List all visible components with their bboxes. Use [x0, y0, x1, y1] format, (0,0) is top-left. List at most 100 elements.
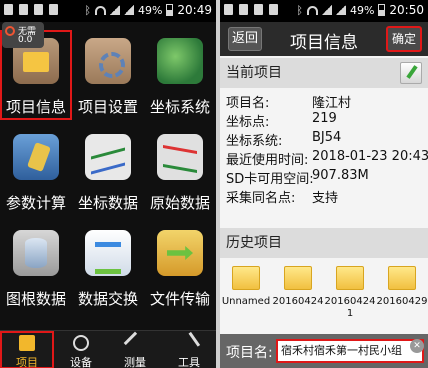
tab-label: 项目 [16, 356, 38, 368]
record-time: 0.0 [18, 35, 33, 45]
chart-icon [85, 134, 131, 180]
project-name-bar: 项目名: 宿禾村宿禾第一村民小组 ✕ [220, 334, 428, 368]
notification-icon [239, 4, 248, 15]
app-tile-coordinate-data[interactable]: 坐标数据 [72, 126, 144, 216]
app-label: 坐标数据 [77, 194, 138, 212]
record-icon [5, 26, 15, 36]
signal-icon [335, 5, 346, 15]
notification-icon [254, 4, 263, 15]
history-item[interactable]: 20160424 [272, 262, 324, 328]
confirm-button[interactable]: 确定 [386, 26, 422, 52]
battery-icon [378, 4, 386, 16]
info-key: 坐标系统: [226, 134, 283, 149]
section-title: 历史项目 [226, 235, 282, 251]
clock: 20:50 [389, 3, 424, 17]
info-row: 坐标点: 219 [226, 111, 426, 130]
info-key: SD卡可用空间: [226, 172, 314, 187]
history-item[interactable]: Unnamed [220, 262, 272, 328]
wifi-icon [94, 5, 106, 15]
app-tile-file-transfer[interactable]: 文件传输 [144, 222, 216, 312]
clock: 20:49 [177, 3, 212, 17]
app-tile-raw-data[interactable]: 原始数据 [144, 126, 216, 216]
history-item[interactable]: 20160429 [376, 262, 428, 328]
tab-measure[interactable]: 测量 [108, 331, 162, 368]
history-item-label: Unnamed [221, 296, 271, 307]
info-row: SD卡可用空间: 907.83M [226, 168, 426, 187]
app-label: 坐标系统 [149, 98, 210, 116]
folder-icon [336, 266, 364, 290]
info-row: 项目名: 隆江村 [226, 92, 426, 111]
notification-icon [49, 4, 58, 15]
screen-record-badge[interactable]: 无需 0.0 [2, 22, 44, 48]
app-tile-data-exchange[interactable]: 数据交换 [72, 222, 144, 312]
edit-icon[interactable] [400, 62, 422, 84]
history-item[interactable]: 20160424 1 [324, 262, 376, 328]
calculator-icon [13, 134, 59, 180]
wifi-icon [306, 5, 318, 15]
info-row: 坐标系统: BJ54 [226, 130, 426, 149]
history-item-label: 20160424 1 [324, 296, 376, 319]
project-info-screen: ᛒ 49% 20:50 项目信息 返回 确定 当前项目 项目名: 隆江村 坐标点… [220, 0, 428, 368]
tab-label: 设备 [70, 356, 92, 368]
transfer-icon [157, 230, 203, 276]
notification-icon [34, 4, 43, 15]
folder-icon [19, 335, 35, 351]
app-label: 原始数据 [149, 194, 210, 212]
current-project-header: 当前项目 [220, 58, 428, 88]
notification-icon [4, 4, 13, 15]
tab-tools[interactable]: 工具 [162, 331, 216, 368]
notification-icon [224, 4, 233, 15]
folder-icon [388, 266, 416, 290]
app-tile-coordinate-system[interactable]: 坐标系统 [144, 30, 216, 120]
history-item-label: 20160424 [272, 296, 324, 307]
tools-icon [177, 331, 201, 355]
info-value: 907.83M [312, 168, 369, 183]
folder-icon [284, 266, 312, 290]
project-name-label: 项目名: [226, 345, 273, 361]
signal-icon [109, 5, 120, 15]
battery-icon [166, 4, 174, 16]
project-name-input[interactable]: 宿禾村宿禾第一村民小组 [276, 339, 424, 363]
tab-device[interactable]: 设备 [54, 331, 108, 368]
history-header: 历史项目 [220, 228, 428, 258]
section-title: 当前项目 [226, 65, 282, 81]
app-tile-control-data[interactable]: 图根数据 [0, 222, 72, 312]
info-value: 隆江村 [312, 96, 352, 111]
info-key: 最近使用时间: [226, 153, 309, 168]
app-label: 文件传输 [149, 290, 210, 308]
home-screen: ᛒ 49% 20:49 项目信息 项目设置 坐标系统 参数计算 坐标数据 原始数… [0, 0, 216, 368]
tab-project[interactable]: 项目 [0, 331, 54, 368]
status-bar: ᛒ 49% 20:50 [220, 0, 428, 22]
clear-icon[interactable]: ✕ [410, 339, 424, 353]
app-label: 参数计算 [5, 194, 66, 212]
info-row: 最近使用时间: 2018-01-23 20:43:43 [226, 149, 428, 168]
notification-icon [269, 4, 278, 15]
raw-data-icon [157, 134, 203, 180]
info-key: 坐标点: [226, 115, 270, 130]
app-tile-project-settings[interactable]: 项目设置 [72, 30, 144, 120]
app-tile-parameter-calc[interactable]: 参数计算 [0, 126, 72, 216]
battery-percent: 49% [137, 3, 163, 17]
notification-icon [19, 4, 28, 15]
bluetooth-icon: ᛒ [296, 3, 303, 17]
info-row: 采集同名点: 支持 [226, 187, 426, 206]
info-value: BJ54 [312, 130, 342, 145]
app-label: 图根数据 [5, 290, 66, 308]
swap-icon [85, 230, 131, 276]
gear-icon [85, 38, 131, 84]
bottom-tab-bar: 项目 设备 测量 工具 [0, 330, 216, 368]
tab-label: 工具 [178, 356, 200, 368]
app-label: 项目信息 [5, 98, 66, 116]
current-project-details: 项目名: 隆江村 坐标点: 219 坐标系统: BJ54 最近使用时间: 201… [226, 92, 428, 206]
history-item-label: 20160429 [376, 296, 428, 307]
app-label: 数据交换 [77, 290, 138, 308]
globe-icon [157, 38, 203, 84]
battery-percent: 49% [349, 3, 375, 17]
info-value: 2018-01-23 20:43:43 [312, 149, 428, 164]
bluetooth-icon: ᛒ [84, 3, 91, 17]
info-key: 项目名: [226, 96, 270, 111]
tab-label: 测量 [124, 356, 146, 368]
status-bar: ᛒ 49% 20:49 [0, 0, 216, 22]
info-key: 采集同名点: [226, 191, 296, 206]
back-button[interactable]: 返回 [228, 27, 262, 51]
